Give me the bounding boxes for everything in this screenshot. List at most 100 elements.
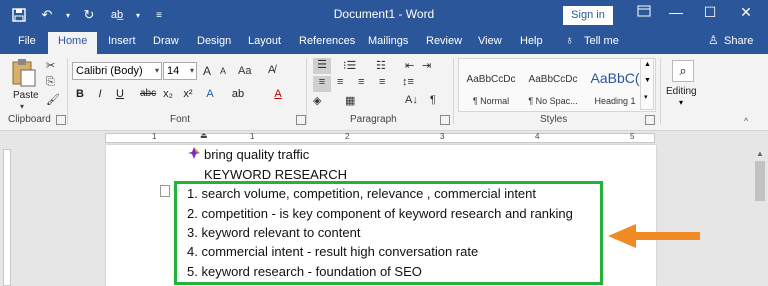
vertical-ruler (0, 145, 14, 286)
tab-layout[interactable]: Layout (248, 35, 281, 47)
format-painter-icon[interactable]: 🖌 (46, 93, 60, 106)
underline-button[interactable]: U (112, 88, 128, 100)
ruler-number: 4 (535, 132, 540, 141)
styles-up-icon[interactable]: ▲ (644, 61, 651, 68)
tab-file[interactable]: File (18, 35, 36, 47)
tab-view[interactable]: View (478, 35, 502, 47)
heading-line: KEYWORD RESEARCH (204, 167, 348, 182)
italic-button[interactable]: I (92, 88, 108, 100)
bullet-line: bring quality traffic (204, 147, 310, 162)
sign-in-button[interactable]: Sign in (563, 6, 613, 25)
share-button[interactable]: Share (724, 35, 753, 47)
sort-icon[interactable]: A↓ (405, 94, 418, 106)
font-name-value: Calibri (Body) (76, 65, 143, 77)
superscript-button[interactable]: x² (180, 88, 196, 100)
subscript-button[interactable]: x₂ (160, 88, 176, 100)
group-separator (660, 58, 661, 124)
align-right-icon[interactable]: ≡ (358, 76, 364, 88)
tab-home[interactable]: Home (48, 32, 98, 54)
tab-insert[interactable]: Insert (108, 35, 136, 47)
numbering-icon[interactable]: ⁝☰ (343, 59, 356, 72)
close-icon[interactable]: ✕ (736, 4, 756, 21)
text-highlight-icon[interactable]: ab (230, 88, 246, 100)
grow-font-icon[interactable]: A (203, 64, 211, 78)
font-launcher-icon[interactable] (296, 115, 306, 125)
font-color-icon[interactable]: A (270, 88, 286, 100)
list-item: 4. commercial intent - result high conve… (187, 244, 478, 259)
paragraph-group-label: Paragraph (350, 114, 397, 125)
ribbon-display-options-icon[interactable] (634, 4, 654, 20)
ribbon-home: Paste ▾ ✂ ⎘ 🖌 Clipboard Calibri (Body) ▾… (0, 54, 768, 131)
bullet-glyph-icon (188, 146, 200, 160)
borders-icon[interactable]: ▦ (345, 94, 355, 107)
style-no-spacing[interactable]: AaBbCcDc ¶ No Spac... (523, 64, 583, 110)
styles-down-icon[interactable]: ▼ (644, 77, 651, 84)
vertical-scrollbar[interactable]: ▲ (752, 145, 768, 286)
scroll-up-icon[interactable]: ▲ (756, 149, 764, 158)
bullets-icon[interactable]: ☰ (313, 58, 331, 74)
vertical-ruler-track (3, 149, 11, 286)
style-heading-1[interactable]: AaBbC( Heading 1 (585, 64, 645, 110)
horizontal-ruler: 1 ⏏ 1 2 3 4 5 (0, 131, 768, 145)
tab-mailings[interactable]: Mailings (368, 35, 408, 47)
maximize-icon[interactable]: ☐ (700, 4, 720, 21)
editing-button[interactable]: Editing (666, 86, 697, 97)
style-name: Heading 1 (594, 96, 636, 106)
cut-icon[interactable]: ✂ (46, 59, 55, 72)
ruler-track (105, 133, 655, 143)
shading-icon[interactable]: ◈ (313, 94, 321, 107)
multilevel-list-icon[interactable]: ☷ (376, 59, 386, 72)
show-marks-icon[interactable]: ¶ (430, 94, 436, 106)
style-name: ¶ Normal (472, 96, 510, 106)
copy-icon[interactable]: ⎘ (46, 76, 55, 89)
tab-draw[interactable]: Draw (153, 35, 179, 47)
list-text: keyword relevant to content (201, 225, 361, 240)
strikethrough-button[interactable]: abc (140, 88, 156, 99)
bold-button[interactable]: B (72, 88, 88, 100)
font-name-dropdown-icon[interactable]: ▾ (155, 63, 159, 79)
tab-help[interactable]: Help (520, 35, 543, 47)
justify-icon[interactable]: ≡ (379, 76, 385, 88)
shrink-font-icon[interactable]: A (220, 66, 226, 76)
tab-references[interactable]: References (299, 35, 355, 47)
collapse-ribbon-icon[interactable]: ^ (744, 116, 748, 126)
styles-launcher-icon[interactable] (645, 115, 655, 125)
minimize-icon[interactable]: — (666, 4, 686, 20)
editing-dropdown-icon[interactable]: ▾ (679, 98, 683, 107)
list-number: 1. (187, 186, 198, 201)
style-sample: AaBbC( (590, 70, 640, 86)
clear-formatting-icon[interactable]: A̸ (268, 64, 275, 76)
tab-design[interactable]: Design (197, 35, 231, 47)
paragraph-launcher-icon[interactable] (440, 115, 450, 125)
clipboard-launcher-icon[interactable] (56, 115, 66, 125)
list-text: competition - is key component of keywor… (201, 206, 573, 221)
align-left-icon[interactable]: ≡ (313, 76, 331, 92)
list-item: 5. keyword research - foundation of SEO (187, 264, 422, 279)
text-effects-icon[interactable]: A (202, 88, 218, 100)
line-spacing-icon[interactable]: ↕≡ (402, 76, 414, 88)
font-size-dropdown-icon[interactable]: ▾ (190, 63, 194, 79)
styles-group-label: Styles (540, 114, 568, 125)
increase-indent-icon[interactable]: ⇥ (422, 59, 431, 72)
tab-review[interactable]: Review (426, 35, 462, 47)
font-size-field[interactable]: 14 ▾ (163, 62, 197, 80)
lightbulb-icon[interactable]: ♁ (565, 33, 574, 47)
change-case-icon[interactable]: Aa (238, 65, 251, 77)
indent-marker-icon[interactable]: ⏏ (200, 131, 208, 140)
decrease-indent-icon[interactable]: ⇤ (405, 59, 414, 72)
group-separator (453, 58, 454, 124)
font-name-field[interactable]: Calibri (Body) ▾ (72, 62, 162, 80)
tell-me-search[interactable]: Tell me (584, 35, 619, 47)
layout-options-icon[interactable] (160, 185, 170, 197)
style-normal[interactable]: AaBbCcDc ¶ Normal (461, 64, 521, 110)
list-number: 4. (187, 244, 198, 259)
paste-dropdown-icon[interactable]: ▾ (20, 102, 24, 111)
list-item: 1. search volume, competition, relevance… (187, 186, 536, 201)
search-icon[interactable]: ⌕ (672, 60, 694, 82)
align-center-icon[interactable]: ≡ (337, 76, 343, 88)
styles-more-icon[interactable]: ▾ (644, 93, 648, 101)
person-icon[interactable]: ♙ (708, 33, 719, 47)
style-name: ¶ No Spac... (528, 96, 578, 106)
paste-button[interactable]: Paste ▾ (10, 58, 40, 111)
scroll-thumb[interactable] (755, 161, 765, 201)
